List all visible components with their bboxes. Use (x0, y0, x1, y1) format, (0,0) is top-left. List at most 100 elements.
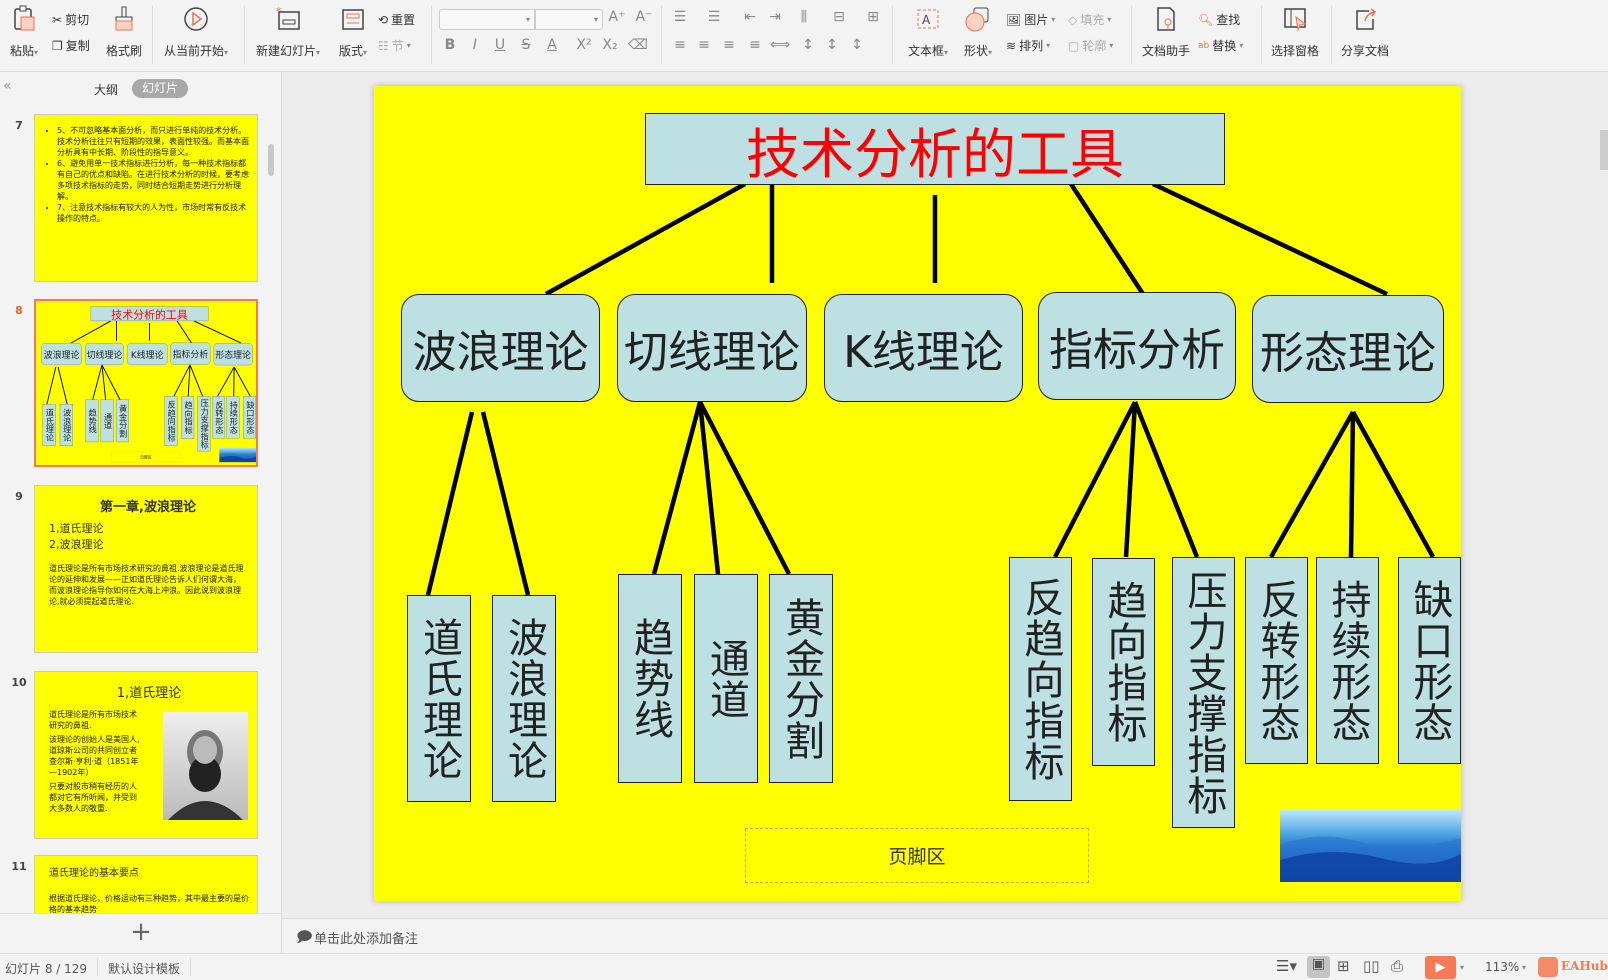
format-painter-button[interactable]: 格式刷 (102, 4, 146, 59)
justify-icon[interactable]: ≡ (745, 37, 765, 53)
node-indicator-analysis[interactable]: 指标分析 (1038, 292, 1236, 400)
node-trendline[interactable]: 趋势线 (85, 399, 99, 443)
shape-button[interactable]: 形状▾ (958, 4, 998, 59)
node-pattern-theory[interactable]: 形态理论 (1252, 295, 1444, 403)
tab-slides[interactable]: 幻灯片 (132, 79, 188, 98)
node-wave-sub[interactable]: 波浪理论 (492, 595, 556, 802)
node-reversal-pattern[interactable]: 反转形态 (212, 396, 226, 439)
paragraph-spacing-icon[interactable]: ↕ (822, 37, 842, 53)
node-pattern-theory[interactable]: 形态理论 (213, 343, 253, 366)
doc-assistant-button[interactable]: 文档助手 (1138, 4, 1194, 59)
node-tangent-theory[interactable]: 切线理论 (85, 343, 124, 365)
italic-icon[interactable]: I (465, 37, 485, 53)
node-counter-trend-indicator[interactable]: 反趋向指标 (164, 396, 178, 446)
play-from-current-button[interactable]: 从当前开始▾ (158, 4, 234, 59)
reading-view-icon[interactable]: ▯▯ (1363, 957, 1380, 975)
slide-sorter-icon[interactable]: ⊞ (1337, 957, 1350, 975)
node-continuation-pattern[interactable]: 持续形态 (226, 396, 240, 439)
slide-title[interactable]: 技术分析的工具 (645, 113, 1225, 186)
normal-view-icon[interactable]: ▣ (1307, 956, 1330, 978)
footer-placeholder[interactable]: 页脚区 (745, 828, 1089, 883)
node-continuation-pattern[interactable]: 持续形态 (1316, 557, 1379, 764)
line-spacing-icon[interactable]: ↕ (798, 37, 818, 53)
slide-thumbnail-preview[interactable]: 技术分析的工具 波浪理论 切线理论 K线理论 指标分析 形态理论 道氏理论 波浪… (36, 301, 256, 465)
decrease-font-icon[interactable]: A⁻ (634, 9, 654, 25)
new-slide-button[interactable]: * 新建幻灯片▾ (250, 4, 326, 59)
align-right-icon[interactable]: ≡ (719, 37, 739, 53)
underline-icon[interactable]: U (490, 37, 510, 53)
strikethrough-icon[interactable]: S (516, 37, 536, 53)
node-reversal-pattern[interactable]: 反转形态 (1245, 557, 1308, 764)
text-direction-icon[interactable]: ⫼ (794, 9, 814, 25)
picture-button[interactable]: 🖼 图片 ▾ (1006, 11, 1055, 28)
main-scrollbar[interactable] (1600, 130, 1608, 170)
node-trendline[interactable]: 趋势线 (618, 574, 682, 783)
textbox-button[interactable]: A 文本框▾ (902, 4, 954, 59)
numbered-list-icon[interactable]: ☰ (704, 9, 724, 25)
slide-canvas[interactable]: 技术分析的工具 波浪理论 切线理论 K线理论 指标分析 形态理论 道氏理论 波浪… (374, 86, 1461, 901)
increase-font-icon[interactable]: A⁺ (607, 9, 627, 25)
zoom-level[interactable]: 113% (1485, 960, 1519, 974)
node-counter-trend-indicator[interactable]: 反趋向指标 (1009, 557, 1072, 801)
bullet-list-icon[interactable]: ☰ (670, 9, 690, 25)
share-doc-button[interactable]: 分享文档 (1336, 4, 1394, 59)
slide-thumbnail-9[interactable]: 第一章,波浪理论 1,道氏理论 2,波浪理论 道氏理论是所有市场技术研究的鼻祖.… (34, 485, 258, 653)
spacing-options-icon[interactable]: ↕ (847, 37, 867, 53)
node-channel[interactable]: 通道 (694, 574, 758, 783)
distribute-icon[interactable]: ⟺ (770, 37, 790, 53)
play-options-chevron-icon[interactable]: ▾ (1460, 963, 1464, 972)
node-wave-sub[interactable]: 波浪理论 (59, 404, 73, 446)
mountain-image[interactable] (1280, 810, 1461, 882)
tab-outline[interactable]: 大纲 (94, 81, 118, 98)
node-support-resistance-indicator[interactable]: 压力支撑指标 (1172, 557, 1235, 828)
node-golden-ratio[interactable]: 黄金分割 (115, 399, 129, 443)
slide-thumbnail-10[interactable]: 1,道氏理论 道氏理论是所有市场技术研究的鼻祖. 该理论的创始人是美国人,道琼斯… (34, 671, 258, 839)
thumbnail-scrollbar[interactable] (268, 144, 274, 176)
slide-thumbnail-8[interactable]: 技术分析的工具 波浪理论 切线理论 K线理论 指标分析 形态理论 道氏理论 波浪… (34, 299, 258, 467)
font-size-select[interactable]: ▾ (535, 9, 603, 30)
slide-thumbnail-11[interactable]: 道氏理论的基本要点 根据道氏理论，价格运动有三种趋势，其中最主要的是价格的基本趋… (34, 855, 258, 913)
font-name-select[interactable]: ▾ (439, 9, 535, 30)
columns-icon[interactable]: ⊞ (863, 9, 883, 25)
node-golden-ratio[interactable]: 黄金分割 (769, 574, 833, 783)
node-dow-theory[interactable]: 道氏理论 (407, 595, 471, 802)
notes-bar[interactable]: 🗩 单击此处添加备注 (282, 918, 1608, 953)
node-dow-theory[interactable]: 道氏理论 (42, 404, 56, 446)
mountain-image[interactable] (219, 447, 256, 463)
align-text-icon[interactable]: ⊟ (829, 9, 849, 25)
footer-placeholder[interactable]: 页脚区 (111, 451, 181, 463)
node-trend-indicator[interactable]: 趋向指标 (1092, 558, 1155, 766)
record-icon[interactable]: ⎙ (1391, 957, 1403, 975)
collapse-panel-button[interactable]: « (3, 78, 12, 94)
node-tangent-theory[interactable]: 切线理论 (617, 294, 807, 402)
paste-button[interactable]: 粘贴▾ (4, 4, 44, 59)
increase-indent-icon[interactable]: ⇥ (765, 9, 785, 25)
replace-button[interactable]: ab 替换 ▾ (1198, 37, 1243, 54)
find-button[interactable]: 🔍︎ 查找 (1198, 11, 1240, 28)
node-candlestick-theory[interactable]: K线理论 (824, 294, 1023, 402)
reset-button[interactable]: ⟲ 重置 (378, 11, 415, 28)
node-gap-pattern[interactable]: 缺口形态 (1398, 557, 1461, 764)
align-center-icon[interactable]: ≡ (694, 37, 714, 53)
add-slide-button[interactable]: + (0, 913, 282, 953)
layout-button[interactable]: 版式▾ (332, 4, 374, 59)
bold-icon[interactable]: B (440, 37, 460, 53)
node-support-resistance-indicator[interactable]: 压力支撑指标 (197, 396, 211, 452)
section-button[interactable]: ☷ 节 ▾ (378, 37, 411, 54)
notes-placeholder[interactable]: 单击此处添加备注 (314, 928, 418, 947)
fill-button[interactable]: ◇ 填充 ▾ (1068, 11, 1111, 28)
superscript-icon[interactable]: X² (574, 37, 594, 53)
zoom-chevron-icon[interactable]: ▾ (1522, 963, 1526, 972)
font-color-icon[interactable]: A (542, 37, 562, 53)
node-trend-indicator[interactable]: 趋向指标 (181, 396, 195, 439)
selection-pane-button[interactable]: 选择窗格 (1266, 4, 1324, 59)
node-gap-pattern[interactable]: 缺口形态 (243, 396, 256, 439)
node-candlestick-theory[interactable]: K线理论 (127, 343, 168, 365)
subscript-icon[interactable]: X₂ (600, 37, 620, 53)
node-wave-theory[interactable]: 波浪理论 (401, 294, 600, 402)
arrange-button[interactable]: ≋ 排列 ▾ (1006, 37, 1050, 54)
copy-button[interactable]: ❐ 复制 (52, 37, 90, 54)
eraser-icon[interactable]: ⌫ (628, 37, 648, 53)
slideshow-play-button[interactable]: ▶ (1425, 956, 1456, 979)
cut-button[interactable]: ✂ 剪切 (52, 11, 89, 28)
